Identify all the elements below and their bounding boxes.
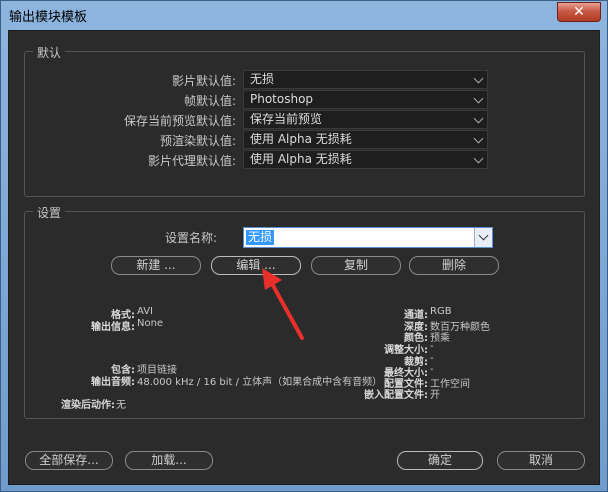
movie-default-select[interactable]: 无损 xyxy=(243,70,488,89)
frame-default-select[interactable]: Photoshop xyxy=(243,90,488,109)
save-preview-default-label: 保存当前预览默认值: xyxy=(123,114,236,128)
frame-default-label: 帧默认值: xyxy=(183,94,236,108)
proxy-default-select[interactable]: 使用 Alpha 无损耗 xyxy=(243,150,488,169)
resize-value: - xyxy=(430,341,434,352)
crop-value: - xyxy=(430,353,434,364)
cancel-button[interactable]: 取消 xyxy=(497,451,585,470)
movie-default-value: 无损 xyxy=(250,72,275,86)
proxy-default-value: 使用 Alpha 无损耗 xyxy=(250,152,352,166)
save-all-button[interactable]: 全部保存... xyxy=(25,451,113,470)
dialog-body: 默认 影片默认值: 无损 帧默认值: Photoshop 保存当前预览默认值: … xyxy=(8,30,600,485)
chevron-down-icon xyxy=(473,113,484,124)
format-value: AVI xyxy=(137,306,153,317)
window-title: 输出模块模板 xyxy=(9,10,88,25)
prerender-default-label: 预渲染默认值: xyxy=(159,134,236,148)
embed-profile-value: 开 xyxy=(430,390,440,401)
settings-name-label: 设置名称: xyxy=(165,231,218,245)
frame-default-row: 帧默认值: Photoshop xyxy=(25,90,586,109)
output-info-value: None xyxy=(137,318,164,329)
save-preview-default-value: 保存当前预览 xyxy=(250,112,323,126)
channels-value: RGB xyxy=(430,306,452,317)
annotation-arrow-icon xyxy=(262,268,304,340)
post-render-action-value: 无 xyxy=(116,400,126,411)
post-render-action-label: 渲染后动作: xyxy=(61,400,115,411)
proxy-default-row: 影片代理默认值: 使用 Alpha 无损耗 xyxy=(25,150,586,169)
close-icon: ✕ xyxy=(573,4,585,20)
prerender-default-row: 预渲染默认值: 使用 Alpha 无损耗 xyxy=(25,130,586,149)
defaults-group-label: 默认 xyxy=(33,44,66,61)
settings-name-value: 无损 xyxy=(246,230,275,245)
movie-default-label: 影片默认值: xyxy=(171,74,236,88)
embed-profile-label: 嵌入配置文件: xyxy=(364,390,428,401)
settings-name-combobox[interactable]: 无损 xyxy=(243,227,493,248)
delete-button[interactable]: 删除 xyxy=(409,256,499,275)
output-info-label: 输出信息: xyxy=(91,322,135,333)
output-audio-label: 输出音频: xyxy=(91,377,135,388)
prerender-default-select[interactable]: 使用 Alpha 无损耗 xyxy=(243,130,488,149)
new-button[interactable]: 新建 ... xyxy=(111,256,201,275)
copy-button[interactable]: 复制 xyxy=(311,256,401,275)
load-button[interactable]: 加载... xyxy=(125,451,213,470)
title-bar[interactable]: 输出模块模板 ✕ xyxy=(1,1,607,27)
frame-default-value: Photoshop xyxy=(250,92,314,106)
proxy-default-label: 影片代理默认值: xyxy=(147,154,236,168)
save-preview-default-row: 保存当前预览默认值: 保存当前预览 xyxy=(25,110,586,129)
defaults-group: 默认 影片默认值: 无损 帧默认值: Photoshop 保存当前预览默认值: … xyxy=(24,44,586,197)
save-preview-default-select[interactable]: 保存当前预览 xyxy=(243,110,488,129)
dialog-window: 输出模块模板 ✕ 默认 影片默认值: 无损 帧默认值: Photoshop 保存… xyxy=(0,0,608,492)
final-size-value: - xyxy=(430,364,434,375)
movie-default-row: 影片默认值: 无损 xyxy=(25,70,586,89)
close-button[interactable]: ✕ xyxy=(557,2,601,22)
chevron-down-icon xyxy=(473,153,484,164)
settings-group-label: 设置 xyxy=(33,204,66,221)
chevron-down-icon[interactable] xyxy=(474,228,492,247)
chevron-down-icon xyxy=(473,93,484,104)
ok-button[interactable]: 确定 xyxy=(397,451,483,470)
chevron-down-icon xyxy=(473,73,484,84)
prerender-default-value: 使用 Alpha 无损耗 xyxy=(250,132,352,146)
chevron-down-icon xyxy=(473,133,484,144)
